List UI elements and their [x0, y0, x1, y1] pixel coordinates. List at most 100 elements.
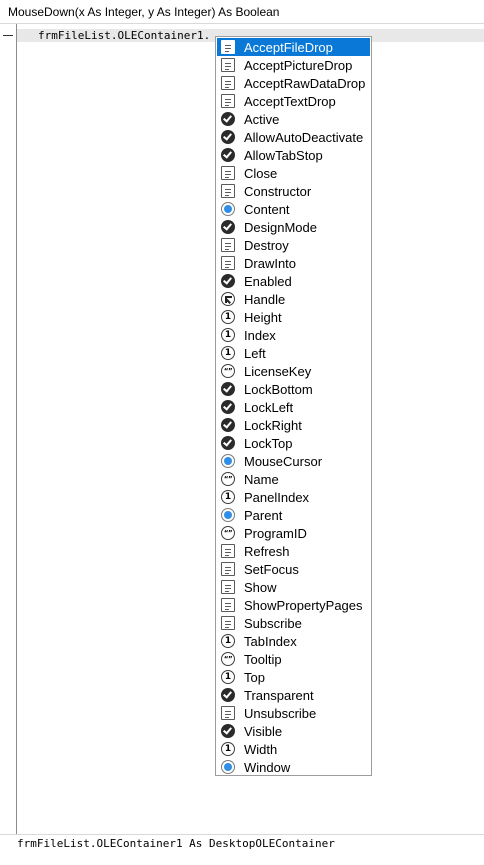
autocomplete-item[interactable]: Constructor — [217, 182, 370, 200]
boolean-icon — [221, 112, 235, 126]
method-icon — [221, 598, 235, 612]
code-line-text[interactable]: frmFileList.OLEContainer1. — [38, 28, 210, 44]
autocomplete-item[interactable]: Transparent — [217, 686, 370, 704]
autocomplete-item-label: Name — [244, 471, 279, 487]
autocomplete-item[interactable]: Active — [217, 110, 370, 128]
autocomplete-item[interactable]: Show — [217, 578, 370, 596]
autocomplete-item[interactable]: 1 Top — [217, 668, 370, 686]
autocomplete-item[interactable]: 1 Index — [217, 326, 370, 344]
method-icon — [221, 184, 235, 198]
autocomplete-item-label: LockLeft — [244, 399, 294, 415]
autocomplete-item[interactable]: 1 PanelIndex — [217, 488, 370, 506]
autocomplete-item[interactable]: LockRight — [217, 416, 370, 434]
signature-hint: MouseDown(x As Integer, y As Integer) As… — [0, 0, 484, 24]
autocomplete-item-label: Close — [244, 165, 278, 181]
number-icon: 1 — [221, 346, 235, 360]
autocomplete-item-label: Constructor — [244, 183, 312, 199]
gutter-divider — [16, 24, 17, 834]
boolean-icon — [221, 436, 235, 450]
number-icon: 1 — [221, 670, 235, 684]
string-icon: “” — [221, 652, 235, 666]
autocomplete-item-label: SetFocus — [244, 561, 299, 577]
autocomplete-item-label: AcceptPictureDrop — [244, 57, 353, 73]
autocomplete-item-label: MouseCursor — [244, 453, 323, 469]
autocomplete-item[interactable]: Subscribe — [217, 614, 370, 632]
autocomplete-item-label: Enabled — [244, 273, 292, 289]
boolean-icon — [221, 130, 235, 144]
autocomplete-item[interactable]: Destroy — [217, 236, 370, 254]
autocomplete-item[interactable]: AcceptTextDrop — [217, 92, 370, 110]
number-icon: 1 — [221, 310, 235, 324]
number-icon: 1 — [221, 490, 235, 504]
autocomplete-item[interactable]: AllowAutoDeactivate — [217, 128, 370, 146]
autocomplete-item[interactable]: Refresh — [217, 542, 370, 560]
autocomplete-item-label: Unsubscribe — [244, 705, 317, 721]
autocomplete-list[interactable]: AcceptFileDrop AcceptPictureDrop AcceptRaw… — [215, 36, 372, 776]
autocomplete-item[interactable]: Unsubscribe — [217, 704, 370, 722]
autocomplete-item-label: Parent — [244, 507, 283, 523]
autocomplete-item-label: DesignMode — [244, 219, 317, 235]
autocomplete-item[interactable]: LockLeft — [217, 398, 370, 416]
boolean-icon — [221, 688, 235, 702]
autocomplete-item[interactable]: AcceptPictureDrop — [217, 56, 370, 74]
autocomplete-item[interactable]: Close — [217, 164, 370, 182]
autocomplete-item[interactable]: “” LicenseKey — [217, 362, 370, 380]
method-icon — [221, 256, 235, 270]
autocomplete-item-label: Window — [244, 759, 291, 775]
autocomplete-item-label: Index — [244, 327, 276, 343]
method-icon — [221, 562, 235, 576]
autocomplete-item[interactable]: AcceptFileDrop — [217, 38, 370, 56]
autocomplete-item-label: Left — [244, 345, 266, 361]
autocomplete-item[interactable]: DrawInto — [217, 254, 370, 272]
autocomplete-item-label: AllowTabStop — [244, 147, 323, 163]
autocomplete-item[interactable]: 1 Left — [217, 344, 370, 362]
boolean-icon — [221, 400, 235, 414]
autocomplete-item[interactable]: SetFocus — [217, 560, 370, 578]
method-icon — [221, 40, 235, 54]
autocomplete-item-label: ShowPropertyPages — [244, 597, 363, 613]
method-icon — [221, 238, 235, 252]
autocomplete-item[interactable]: 1 Width — [217, 740, 370, 758]
autocomplete-item[interactable]: LockBottom — [217, 380, 370, 398]
autocomplete-item-label: Subscribe — [244, 615, 302, 631]
autocomplete-item[interactable]: “” Name — [217, 470, 370, 488]
autocomplete-item[interactable]: Handle — [217, 290, 370, 308]
boolean-icon — [221, 148, 235, 162]
fold-marker-icon[interactable] — [3, 35, 13, 36]
object-icon — [221, 202, 235, 216]
autocomplete-item[interactable]: Content — [217, 200, 370, 218]
string-icon: “” — [221, 472, 235, 486]
autocomplete-item[interactable]: 1 TabIndex — [217, 632, 370, 650]
autocomplete-item[interactable]: AllowTabStop — [217, 146, 370, 164]
autocomplete-item[interactable]: DesignMode — [217, 218, 370, 236]
autocomplete-item-label: Height — [244, 309, 282, 325]
autocomplete-item-label: DrawInto — [244, 255, 297, 271]
autocomplete-item[interactable]: MouseCursor — [217, 452, 370, 470]
autocomplete-item-label: LockBottom — [244, 381, 313, 397]
autocomplete-item[interactable]: Window — [217, 758, 370, 775]
boolean-icon — [221, 274, 235, 288]
autocomplete-item[interactable]: “” Tooltip — [217, 650, 370, 668]
autocomplete-item[interactable]: AcceptRawDataDrop — [217, 74, 370, 92]
autocomplete-item[interactable]: LockTop — [217, 434, 370, 452]
handle-icon — [221, 292, 235, 306]
autocomplete-item[interactable]: “” ProgramID — [217, 524, 370, 542]
autocomplete-item-label: Tooltip — [244, 651, 282, 667]
autocomplete-item[interactable]: Visible — [217, 722, 370, 740]
method-icon — [221, 580, 235, 594]
autocomplete-item-label: Content — [244, 201, 290, 217]
autocomplete-item[interactable]: Parent — [217, 506, 370, 524]
method-icon — [221, 706, 235, 720]
autocomplete-item-label: AcceptTextDrop — [244, 93, 336, 109]
autocomplete-item-label: Width — [244, 741, 278, 757]
autocomplete-item-label: ProgramID — [244, 525, 307, 541]
autocomplete-item[interactable]: Enabled — [217, 272, 370, 290]
autocomplete-item-label: LicenseKey — [244, 363, 312, 379]
autocomplete-item-label: Top — [244, 669, 265, 685]
boolean-icon — [221, 220, 235, 234]
autocomplete-item-label: Active — [244, 111, 280, 127]
autocomplete-item[interactable]: ShowPropertyPages — [217, 596, 370, 614]
autocomplete-item[interactable]: 1 Height — [217, 308, 370, 326]
string-icon: “” — [221, 526, 235, 540]
method-icon — [221, 58, 235, 72]
